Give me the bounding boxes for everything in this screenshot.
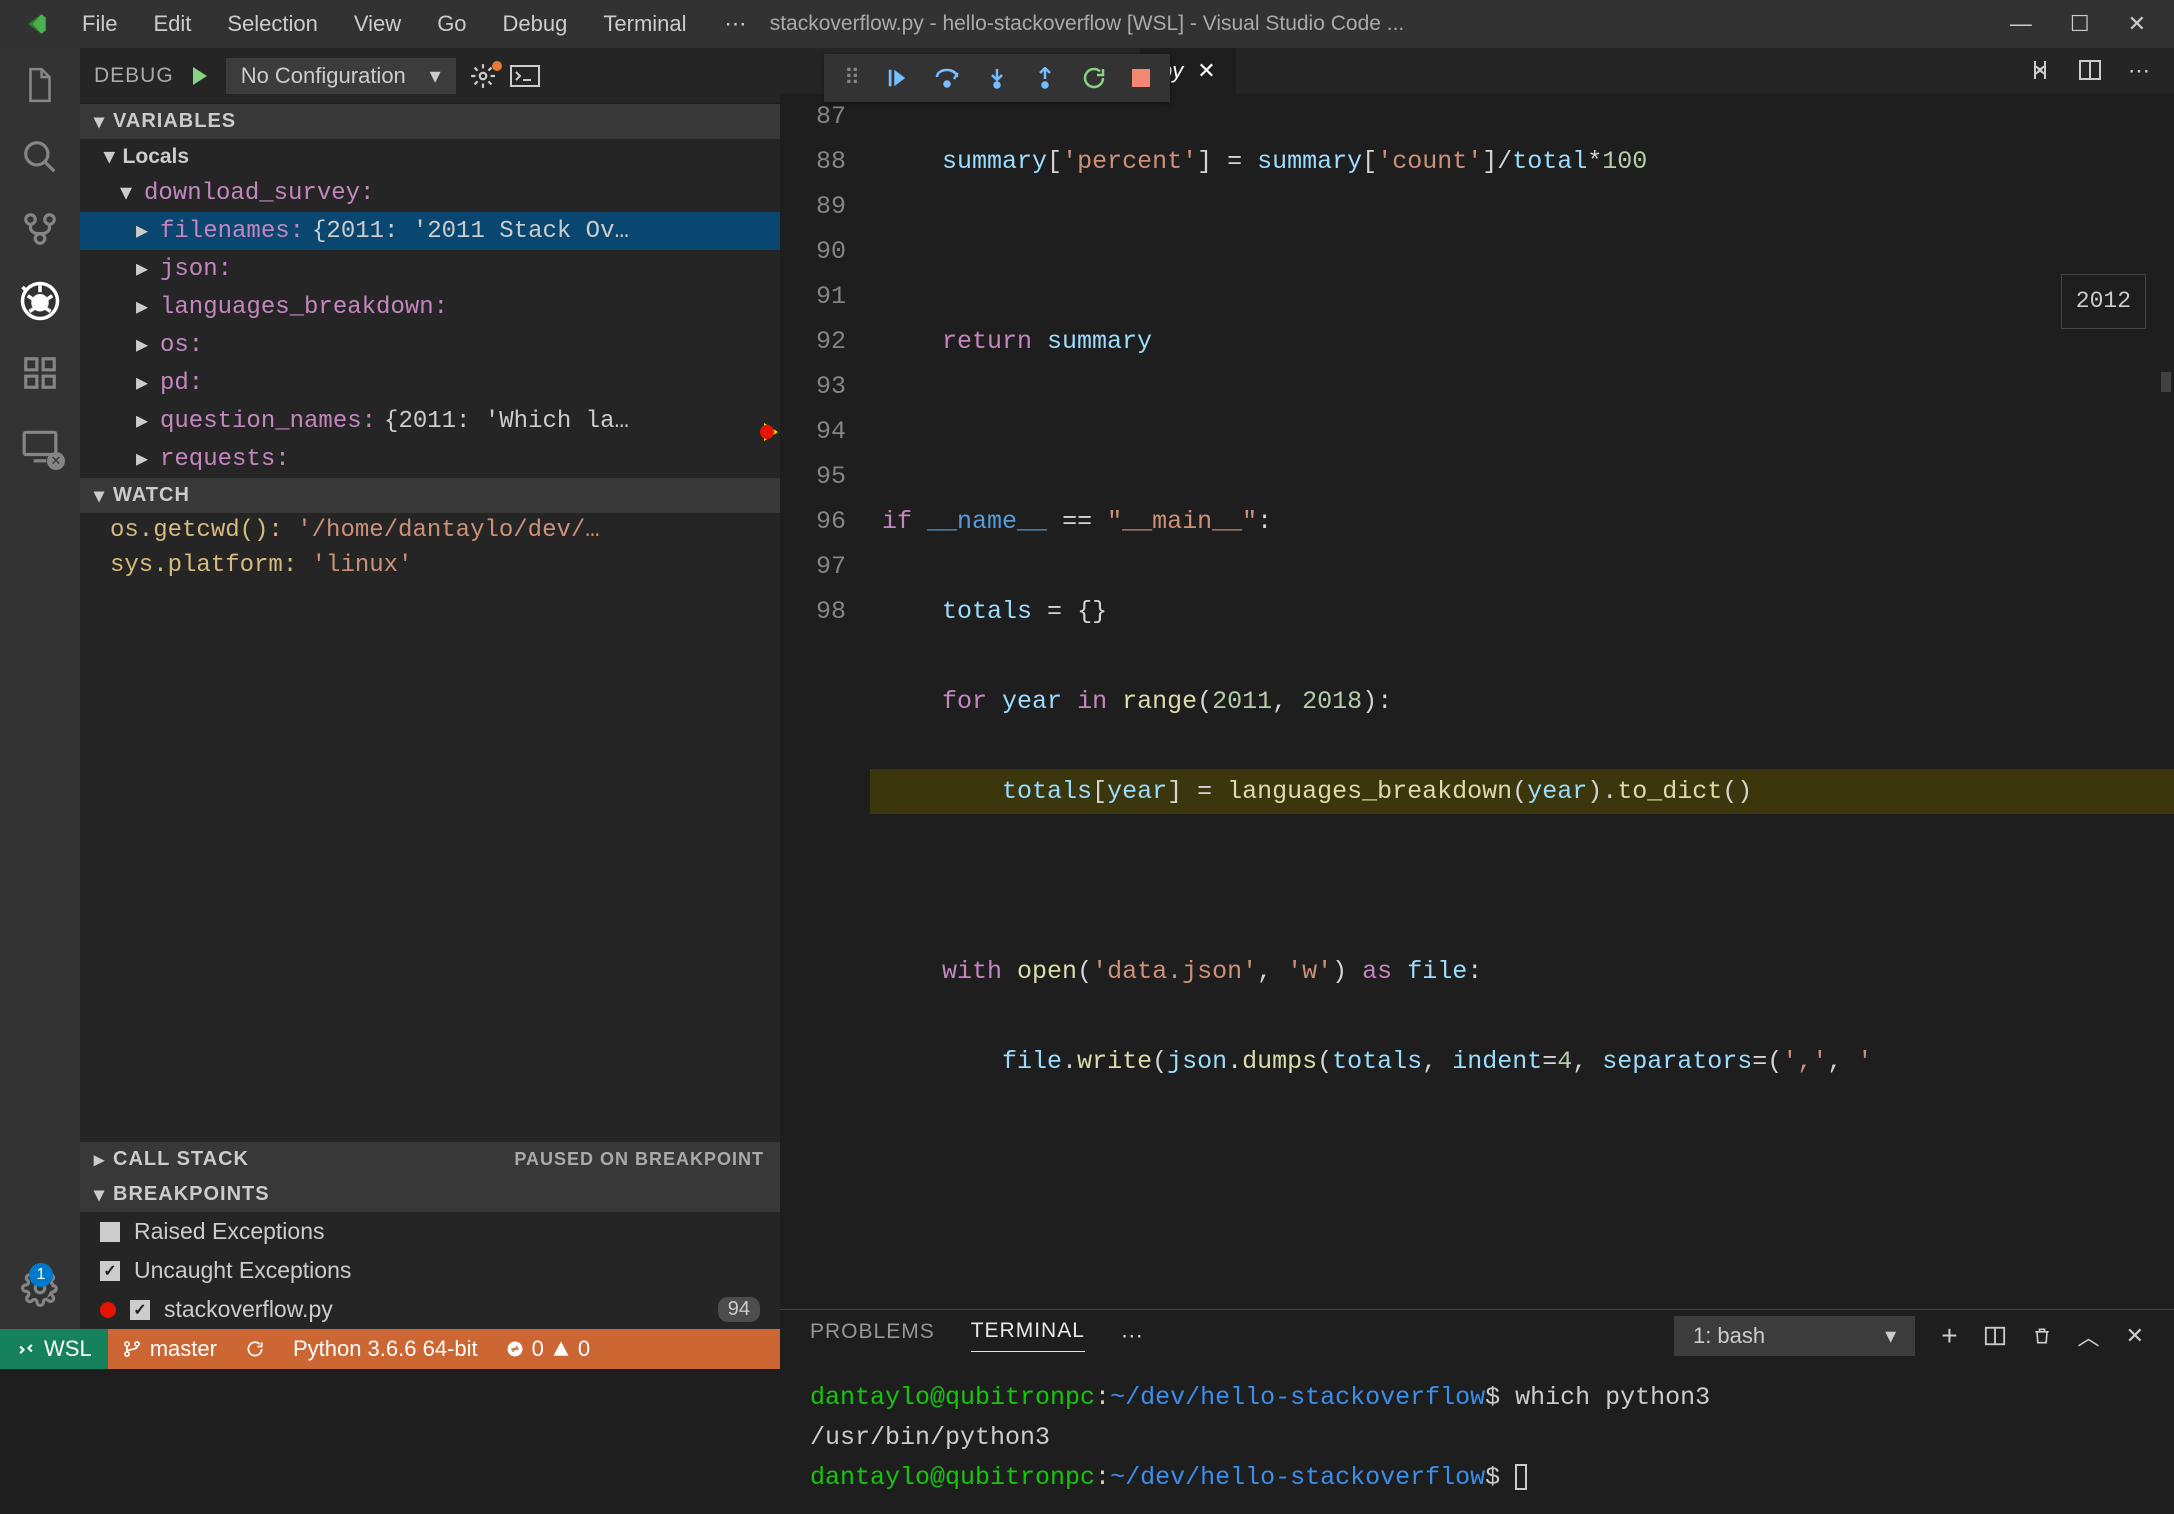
- step-out-button[interactable]: [1034, 67, 1056, 89]
- breakpoint-checkbox[interactable]: [100, 1222, 120, 1242]
- callstack-section-header[interactable]: ▸CALL STACK PAUSED ON BREAKPOINT: [80, 1142, 780, 1177]
- breakpoint-row[interactable]: Uncaught Exceptions: [80, 1251, 780, 1290]
- menu-debug[interactable]: Debug: [485, 7, 586, 41]
- close-button[interactable]: ✕: [2128, 11, 2146, 37]
- start-debug-button[interactable]: [188, 64, 212, 88]
- watch-section-header[interactable]: ▾WATCH: [80, 478, 780, 513]
- panel-tab-terminal[interactable]: TERMINAL: [971, 1319, 1085, 1352]
- toolbar-grip-icon[interactable]: ⠿: [844, 65, 860, 91]
- vscode-logo-icon: [20, 8, 52, 40]
- menu-go[interactable]: Go: [419, 7, 484, 41]
- variable-row[interactable]: ▸pd:: [80, 364, 780, 402]
- paused-status: PAUSED ON BREAKPOINT: [514, 1149, 764, 1170]
- terminal-output[interactable]: dantaylo@qubitronpc:~/dev/hello-stackove…: [780, 1362, 2174, 1514]
- breakpoint-checkbox[interactable]: [130, 1300, 150, 1320]
- maximize-button[interactable]: ☐: [2070, 11, 2090, 37]
- sync-button[interactable]: [231, 1329, 279, 1369]
- python-interpreter[interactable]: Python 3.6.6 64-bit: [279, 1329, 492, 1369]
- editor-scrollbar[interactable]: [2156, 104, 2174, 844]
- panel-more-icon[interactable]: ⋯: [1121, 1323, 1143, 1349]
- kill-terminal-icon[interactable]: [2032, 1325, 2052, 1347]
- settings-badge: 1: [29, 1263, 53, 1287]
- watch-row[interactable]: os.getcwd(): '/home/dantaylo/dev/…: [80, 513, 780, 548]
- terminal-selector-dropdown[interactable]: 1: bash▾: [1674, 1316, 1915, 1356]
- split-terminal-icon[interactable]: [1984, 1325, 2006, 1347]
- variable-row[interactable]: ▸requests:: [80, 440, 780, 478]
- variable-row[interactable]: ▸languages_breakdown:: [80, 288, 780, 326]
- step-over-button[interactable]: [934, 67, 960, 89]
- title-bar: File Edit Selection View Go Debug Termin…: [0, 0, 2174, 48]
- menu-file[interactable]: File: [64, 7, 135, 41]
- restart-button[interactable]: [1082, 66, 1106, 90]
- debug-label: DEBUG: [94, 64, 174, 88]
- maximize-panel-icon[interactable]: ︿: [2078, 1320, 2100, 1352]
- breakpoint-dot-icon: [100, 1302, 116, 1318]
- watch-row[interactable]: sys.platform: 'linux': [80, 548, 780, 583]
- breakpoint-checkbox[interactable]: [100, 1261, 120, 1281]
- tab-close-icon[interactable]: ✕: [1197, 58, 1215, 84]
- line-number-gutter: 87888990 919293 94 95969798: [780, 94, 870, 1309]
- menu-view[interactable]: View: [336, 7, 419, 41]
- panel-tab-problems[interactable]: PROBLEMS: [810, 1320, 935, 1352]
- settings-gear-icon[interactable]: 1: [19, 1267, 61, 1309]
- breakpoint-label: stackoverflow.py: [164, 1296, 333, 1323]
- git-branch[interactable]: master: [108, 1329, 231, 1369]
- step-into-button[interactable]: [986, 67, 1008, 89]
- stop-button[interactable]: [1132, 69, 1150, 87]
- activity-bar: ✕ 1: [0, 48, 80, 1329]
- variable-row[interactable]: ▾download_survey:: [80, 174, 780, 212]
- continue-button[interactable]: [886, 67, 908, 89]
- variable-row[interactable]: ▸filenames: {2011: '2011 Stack Ov…: [80, 212, 780, 250]
- breakpoints-section-header[interactable]: ▾BREAKPOINTS: [80, 1177, 780, 1212]
- split-editor-icon[interactable]: [2078, 58, 2102, 84]
- close-panel-icon[interactable]: ✕: [2126, 1323, 2144, 1349]
- new-terminal-button[interactable]: +: [1941, 1320, 1957, 1352]
- breakpoint-row[interactable]: Raised Exceptions: [80, 1212, 780, 1251]
- breakpoint-line-badge: 94: [718, 1297, 760, 1322]
- variable-row[interactable]: ▸question_names: {2011: 'Which la…: [80, 402, 780, 440]
- editor-more-icon[interactable]: ⋯: [2128, 58, 2150, 84]
- debug-icon[interactable]: [19, 280, 61, 322]
- debug-header: DEBUG No Configuration▾: [80, 48, 780, 104]
- menu-overflow-icon[interactable]: ⋯: [705, 11, 767, 37]
- variable-row[interactable]: ▸json:: [80, 250, 780, 288]
- extensions-icon[interactable]: [19, 352, 61, 394]
- window-title: stackoverflow.py - hello-stackoverflow […: [770, 12, 1405, 36]
- variable-row[interactable]: ▸os:: [80, 326, 780, 364]
- debug-toolbar[interactable]: ⠿: [824, 54, 1170, 102]
- debug-settings-icon[interactable]: [470, 63, 496, 89]
- remote-indicator[interactable]: WSL: [0, 1329, 108, 1369]
- breakpoint-label: Uncaught Exceptions: [134, 1257, 351, 1284]
- debug-config-dropdown[interactable]: No Configuration▾: [226, 58, 456, 94]
- locals-scope[interactable]: ▾Locals: [80, 139, 780, 174]
- variables-section-header[interactable]: ▾VARIABLES: [80, 104, 780, 139]
- problems-summary[interactable]: 0 0: [492, 1329, 605, 1369]
- debug-hover-tooltip: 2012: [2061, 274, 2146, 329]
- menu-terminal[interactable]: Terminal: [585, 7, 704, 41]
- breakpoint-row[interactable]: stackoverflow.py 94: [80, 1290, 780, 1329]
- search-icon[interactable]: [19, 136, 61, 178]
- remote-explorer-icon[interactable]: ✕: [19, 424, 61, 466]
- source-control-icon[interactable]: [19, 208, 61, 250]
- minimize-button[interactable]: —: [2010, 11, 2032, 37]
- bottom-panel: PROBLEMS TERMINAL ⋯ 1: bash▾ + ︿ ✕ danta…: [780, 1309, 2174, 1514]
- compare-changes-icon[interactable]: [2028, 58, 2052, 84]
- editor-area: ⠿ py ✕ ⋯ 87888990 919293 94: [780, 48, 2174, 1329]
- debug-console-icon[interactable]: [510, 65, 540, 87]
- debug-sidebar: DEBUG No Configuration▾ ▾VARIABLES ▾Loca…: [80, 48, 780, 1329]
- code-editor[interactable]: 87888990 919293 94 95969798 summary['per…: [780, 94, 2174, 1309]
- menu-edit[interactable]: Edit: [135, 7, 209, 41]
- explorer-icon[interactable]: [19, 64, 61, 106]
- menu-selection[interactable]: Selection: [209, 7, 336, 41]
- breakpoint-label: Raised Exceptions: [134, 1218, 325, 1245]
- menu-bar: File Edit Selection View Go Debug Termin…: [64, 7, 705, 41]
